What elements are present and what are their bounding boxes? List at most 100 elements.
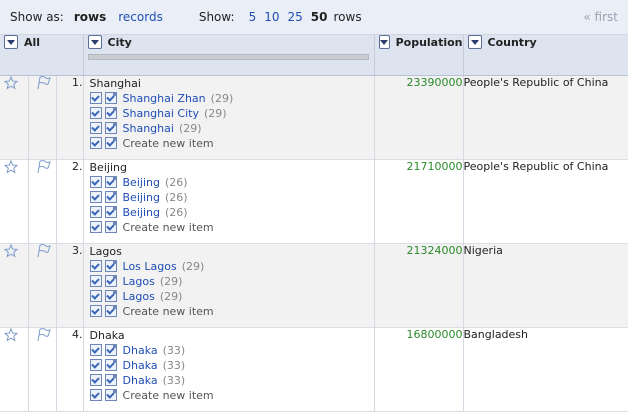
create-new-item-row: Create new item [89,304,374,319]
create-new-item-row: Create new item [89,220,374,235]
candidate-score: (26) [164,175,188,189]
flag-icon[interactable] [35,327,51,342]
match-similar-checkbox-icon[interactable] [104,221,117,233]
city-dropdown-icon[interactable] [87,35,102,49]
flag-icon[interactable] [35,159,51,174]
match-checkbox-icon[interactable] [89,344,102,356]
star-icon[interactable] [3,159,19,174]
city-cell: Beijing Beijing (26) Beijing (26) Beijing (26)… [83,159,375,243]
star-icon[interactable] [3,327,19,342]
create-new-item-link[interactable]: Create new item [123,304,214,319]
match-similar-checkbox-icon[interactable] [104,176,117,188]
country-dropdown-icon[interactable] [467,35,482,49]
city-cell: Lagos Los Lagos (29) Lagos (29) Lagos (29) Crea… [83,243,375,327]
match-checkbox-icon[interactable] [89,275,102,287]
match-checkbox-icon[interactable] [89,176,102,188]
show-as-label: Show as: [10,10,64,24]
candidate-link[interactable]: Dhaka [123,343,158,358]
page-size-50[interactable]: 50 [311,10,328,24]
candidate-match: Lagos (29) [89,289,374,304]
star-icon[interactable] [3,243,19,258]
candidate-match: Lagos (29) [89,274,374,289]
match-similar-checkbox-icon[interactable] [104,122,117,134]
match-checkbox-icon[interactable] [89,374,102,386]
toolbar: Show as: rows records Show: 5 10 25 50 r… [0,0,628,35]
data-table: All City Population Country 1. Shanghai … [0,35,628,412]
match-checkbox-icon[interactable] [89,137,102,149]
population-cell: 21710000 [374,159,464,243]
candidate-link[interactable]: Dhaka [123,373,158,388]
match-similar-checkbox-icon[interactable] [104,206,117,218]
flag-icon[interactable] [35,243,51,258]
create-new-item-link[interactable]: Create new item [123,136,214,151]
match-similar-checkbox-icon[interactable] [104,275,117,287]
candidate-link[interactable]: Shanghai [123,121,174,136]
candidate-match: Beijing (26) [89,175,374,190]
match-similar-checkbox-icon[interactable] [104,344,117,356]
candidate-link[interactable]: Beijing [123,190,160,205]
match-similar-checkbox-icon[interactable] [104,374,117,386]
create-new-item-link[interactable]: Create new item [123,220,214,235]
candidate-match: Shanghai City (29) [89,106,374,121]
match-similar-checkbox-icon[interactable] [104,389,117,401]
records-mode-link[interactable]: records [118,10,163,24]
rows-mode-selected[interactable]: rows [74,10,106,24]
candidate-match: Shanghai (29) [89,121,374,136]
candidate-link[interactable]: Shanghai Zhan [123,91,206,106]
match-similar-checkbox-icon[interactable] [104,359,117,371]
candidate-match: Dhaka (33) [89,343,374,358]
flag-cell [28,243,57,327]
star-cell [0,243,29,327]
match-checkbox-icon[interactable] [89,290,102,302]
city-value: Beijing [89,160,127,174]
candidate-match: Dhaka (33) [89,373,374,388]
match-checkbox-icon[interactable] [89,206,102,218]
first-page-link[interactable]: « first [583,10,618,24]
candidate-link[interactable]: Lagos [123,289,155,304]
match-checkbox-icon[interactable] [89,92,102,104]
candidate-match: Beijing (26) [89,205,374,220]
create-new-item-link[interactable]: Create new item [123,388,214,403]
match-similar-checkbox-icon[interactable] [104,107,117,119]
candidate-link[interactable]: Los Lagos [123,259,177,274]
match-similar-checkbox-icon[interactable] [104,137,117,149]
match-similar-checkbox-icon[interactable] [104,305,117,317]
country-cell: People's Republic of China [463,159,628,243]
column-header-country: Country [463,35,628,76]
table-row: 1. Shanghai Shanghai Zhan (29) Shanghai City… [0,75,628,159]
candidate-link[interactable]: Shanghai City [123,106,199,121]
match-similar-checkbox-icon[interactable] [104,260,117,272]
flag-cell [28,327,57,411]
match-similar-checkbox-icon[interactable] [104,92,117,104]
candidate-link[interactable]: Lagos [123,274,155,289]
population-cell: 21324000 [374,243,464,327]
match-similar-checkbox-icon[interactable] [104,191,117,203]
column-header-all-label: All [24,35,41,49]
page-size-5[interactable]: 5 [249,10,257,24]
match-checkbox-icon[interactable] [89,260,102,272]
star-cell [0,327,29,411]
page-size-10[interactable]: 10 [264,10,279,24]
candidate-link[interactable]: Dhaka [123,358,158,373]
match-checkbox-icon[interactable] [89,359,102,371]
candidate-link[interactable]: Beijing [123,175,160,190]
match-checkbox-icon[interactable] [89,191,102,203]
candidate-link[interactable]: Beijing [123,205,160,220]
column-header-all: All [0,35,84,76]
star-icon[interactable] [3,75,19,90]
match-checkbox-icon[interactable] [89,107,102,119]
population-dropdown-icon[interactable] [378,35,390,49]
flag-icon[interactable] [35,75,51,90]
candidate-score: (29) [204,106,227,120]
city-value: Shanghai [89,76,141,90]
match-checkbox-icon[interactable] [89,305,102,317]
candidate-score: (29) [178,121,202,135]
match-checkbox-icon[interactable] [89,122,102,134]
city-reconcile-progress-bar [87,54,369,60]
page-size-25[interactable]: 25 [288,10,303,24]
match-checkbox-icon[interactable] [89,389,102,401]
row-index: 1. [56,75,84,159]
match-similar-checkbox-icon[interactable] [104,290,117,302]
all-dropdown-icon[interactable] [4,35,18,49]
match-checkbox-icon[interactable] [89,221,102,233]
